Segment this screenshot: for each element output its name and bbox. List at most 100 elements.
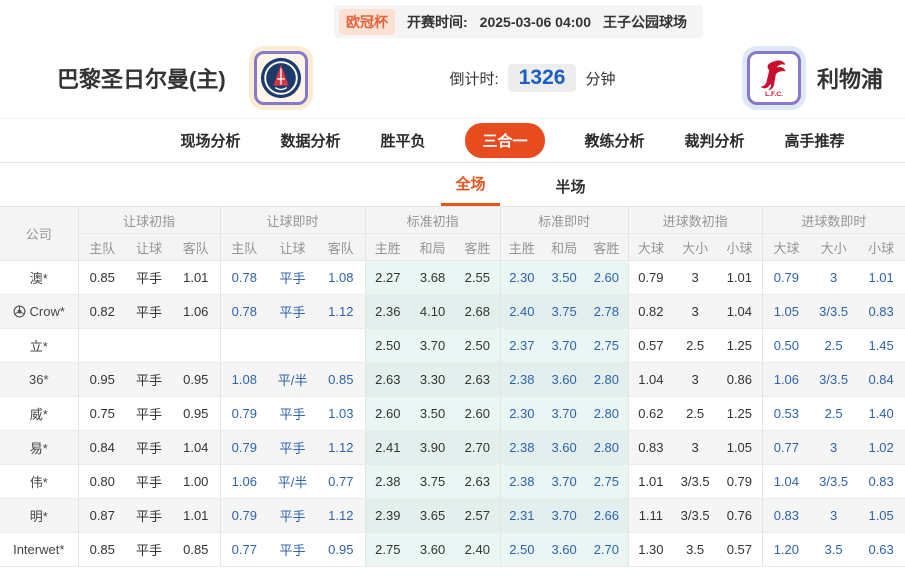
away-team-name: 利物浦 (817, 62, 883, 94)
odds-cell: 平手 (268, 397, 317, 431)
countdown-value: 1326 (508, 64, 577, 92)
sub-header: 和局 (410, 234, 455, 261)
odds-cell: 2.78 (585, 295, 628, 329)
odds-cell: 1.04 (717, 295, 762, 329)
odds-cell: 0.57 (628, 329, 673, 363)
odds-cell: 1.01 (172, 261, 220, 295)
odds-cell: 3/3.5 (673, 499, 717, 533)
odds-cell: 2.50 (455, 329, 500, 363)
odds-cell: 1.12 (317, 431, 365, 465)
odds-cell: 3.70 (543, 329, 585, 363)
group-header: 进球数初指 (628, 207, 762, 234)
odds-cell: 3.50 (543, 261, 585, 295)
table-row: 澳*0.85平手1.010.78平手1.082.273.682.552.303.… (0, 261, 905, 295)
odds-cell: 2.38 (365, 465, 410, 499)
odds-cell: 平/半 (268, 465, 317, 499)
odds-cell: 2.70 (455, 431, 500, 465)
nav-tab-教练分析[interactable]: 教练分析 (585, 130, 645, 151)
countdown: 倒计时: 1326 分钟 (450, 64, 616, 92)
nav-tab-现场分析[interactable]: 现场分析 (180, 130, 240, 151)
odds-cell: 2.31 (500, 499, 543, 533)
odds-cell: 2.40 (455, 533, 500, 567)
odds-cell: 3.5 (673, 533, 717, 567)
odds-cell: 1.12 (317, 295, 365, 329)
sub-header: 小球 (717, 234, 762, 261)
table-row: 易*0.84平手1.040.79平手1.122.413.902.702.383.… (0, 431, 905, 465)
odds-cell: 0.63 (857, 533, 905, 567)
odds-cell: 2.75 (585, 465, 628, 499)
odds-cell: 1.30 (628, 533, 673, 567)
teams-header: 巴黎圣日尔曼(主) 倒计时: 1326 分钟 L.F.C. 利物浦 (0, 38, 905, 118)
odds-cell: 平手 (268, 499, 317, 533)
odds-cell: 0.78 (220, 261, 268, 295)
nav-tab-数据分析[interactable]: 数据分析 (280, 130, 340, 151)
odds-cell: 1.01 (857, 261, 905, 295)
sub-header: 客队 (172, 234, 220, 261)
odds-cell: 3.50 (410, 397, 455, 431)
company-cell: 伟* (0, 465, 78, 499)
header-sub-row: 主队让球客队主队让球客队主胜和局客胜主胜和局客胜大球大小小球大球大小小球 (0, 234, 905, 261)
countdown-label: 倒计时: (450, 68, 499, 89)
odds-cell: 平手 (126, 363, 172, 397)
odds-cell: 平手 (126, 499, 172, 533)
odds-cell: 2.30 (500, 261, 543, 295)
odds-cell: 0.85 (78, 533, 126, 567)
odds-cell: 平手 (126, 533, 172, 567)
odds-cell: 2.40 (500, 295, 543, 329)
odds-cell: 2.80 (585, 431, 628, 465)
odds-cell: 1.06 (762, 363, 810, 397)
odds-cell: 0.75 (78, 397, 126, 431)
odds-cell: 3.65 (410, 499, 455, 533)
sub-header: 大小 (810, 234, 857, 261)
odds-cell: 3.75 (543, 295, 585, 329)
odds-cell: 0.85 (317, 363, 365, 397)
odds-cell: 0.83 (857, 465, 905, 499)
sub-header: 大小 (673, 234, 717, 261)
nav-tab-裁判分析[interactable]: 裁判分析 (685, 130, 745, 151)
table-row: 立*2.503.702.502.373.702.750.572.51.250.5… (0, 329, 905, 363)
odds-cell: 3 (673, 261, 717, 295)
nav-tab-三合一[interactable]: 三合一 (465, 123, 544, 158)
liverpool-logo: L.F.C. (747, 51, 801, 105)
odds-cell: 0.62 (628, 397, 673, 431)
odds-cell: 0.77 (317, 465, 365, 499)
odds-cell (268, 329, 317, 363)
company-cell: Crow* (0, 295, 78, 329)
table-row: Crow*0.82平手1.060.78平手1.122.364.102.682.4… (0, 295, 905, 329)
odds-cell: 2.37 (500, 329, 543, 363)
sub-header: 让球 (268, 234, 317, 261)
odds-cell (172, 329, 220, 363)
company-cell: 明* (0, 499, 78, 533)
home-team-name: 巴黎圣日尔曼(主) (57, 62, 226, 94)
company-cell: Interwet* (0, 533, 78, 567)
odds-cell: 2.39 (365, 499, 410, 533)
odds-cell: 4.10 (410, 295, 455, 329)
odds-cell (317, 329, 365, 363)
odds-cell: 2.60 (455, 397, 500, 431)
nav-tab-高手推荐[interactable]: 高手推荐 (785, 130, 845, 151)
subtab-全场[interactable]: 全场 (441, 165, 499, 206)
odds-cell: 3.5 (810, 533, 857, 567)
odds-cell: 0.86 (717, 363, 762, 397)
sub-header: 客胜 (455, 234, 500, 261)
subtab-半场[interactable]: 半场 (542, 168, 600, 206)
odds-cell: 平手 (126, 397, 172, 431)
odds-cell: 3 (810, 261, 857, 295)
sub-header: 和局 (543, 234, 585, 261)
sub-header: 主队 (78, 234, 126, 261)
company-cell: 立* (0, 329, 78, 363)
odds-cell: 3.90 (410, 431, 455, 465)
nav-tab-胜平负[interactable]: 胜平负 (380, 130, 425, 151)
odds-cell: 0.82 (628, 295, 673, 329)
odds-cell: 3.30 (410, 363, 455, 397)
odds-cell: 3.70 (543, 499, 585, 533)
sub-header: 客胜 (585, 234, 628, 261)
odds-cell: 0.95 (172, 397, 220, 431)
company-column-header: 公司 (0, 207, 78, 261)
odds-cell: 1.40 (857, 397, 905, 431)
odds-cell: 3 (810, 499, 857, 533)
odds-cell: 3.60 (543, 431, 585, 465)
odds-cell: 0.85 (172, 533, 220, 567)
odds-cell: 1.25 (717, 397, 762, 431)
group-header: 标准初指 (365, 207, 500, 234)
